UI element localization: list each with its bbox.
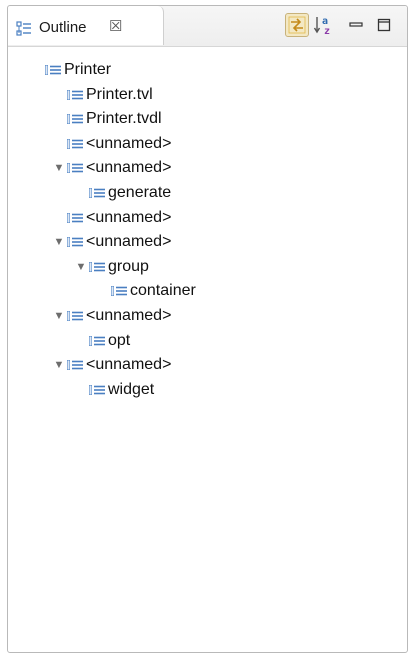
tree-node-icon (66, 235, 84, 249)
tree-item[interactable]: Printer.tvl (53, 83, 153, 107)
tree-node-icon (88, 186, 106, 200)
tree-node-icon (88, 383, 106, 397)
expand-toggle-icon[interactable]: ▼ (53, 304, 65, 328)
tree-node-icon (110, 284, 128, 298)
link-with-editor-icon (288, 16, 306, 34)
tree-node-icon (66, 88, 84, 102)
tree-item-label: generate (108, 184, 172, 201)
sort-alphabetically-icon: a z (313, 16, 330, 36)
tree-item[interactable]: ▼ <unnamed> (53, 156, 172, 180)
tree-item[interactable]: Printer (31, 58, 111, 82)
view-header: Outline ☒ a z (8, 6, 407, 47)
link-with-editor-button[interactable] (285, 13, 309, 37)
svg-text:z: z (324, 26, 330, 36)
tree-item-label: Printer.tvdl (86, 110, 162, 128)
outline-view: Outline ☒ a z Printer Printer.tvl Printe… (7, 5, 408, 653)
tree-item[interactable]: ▼ <unnamed> (53, 304, 172, 328)
expand-toggle-icon[interactable]: ▼ (53, 156, 65, 180)
expand-toggle-icon[interactable]: ▼ (75, 255, 87, 279)
tree-node-icon (66, 137, 84, 151)
tree-item-label: <unnamed> (86, 356, 172, 374)
tree-item-label: <unnamed> (86, 307, 172, 324)
tree-node-icon (88, 260, 106, 274)
maximize-icon (377, 18, 391, 32)
close-icon[interactable]: ☒ (109, 17, 122, 35)
tree-item-label: <unnamed> (86, 233, 172, 251)
tree-item-label: <unnamed> (86, 208, 172, 226)
tree-item-label: <unnamed> (86, 134, 172, 152)
expand-toggle-icon[interactable]: ▼ (53, 230, 65, 254)
minimize-icon (349, 22, 363, 27)
tree-item[interactable]: <unnamed> (53, 206, 171, 230)
tab-label: Outline (39, 19, 87, 36)
tree-item-label: <unnamed> (86, 159, 172, 177)
minimize-button[interactable] (344, 13, 368, 37)
tree-item[interactable]: ▼ <unnamed> (53, 353, 172, 377)
tree-item-label: container (130, 282, 196, 300)
tree-item[interactable]: ▼ <unnamed> (53, 230, 172, 254)
tree-item[interactable]: <unnamed> (53, 132, 171, 156)
tree-node-icon (66, 358, 84, 372)
maximize-button[interactable] (372, 13, 396, 37)
tree-node-icon (88, 334, 106, 348)
expand-toggle-icon[interactable]: ▼ (53, 353, 65, 377)
sort-button[interactable]: a z (312, 13, 336, 37)
tree-item[interactable]: opt (75, 329, 130, 353)
tree-node-icon (44, 63, 62, 77)
tree-item-label: Printer.tvl (86, 85, 153, 103)
tree-node-icon (66, 112, 84, 126)
tree-item-label: widget (108, 380, 155, 398)
tree-item-label: opt (108, 331, 131, 349)
tree-node-icon (66, 211, 84, 225)
tree-item[interactable]: generate (75, 181, 171, 205)
tab-outline[interactable]: Outline ☒ (8, 6, 164, 45)
tree-item[interactable]: widget (75, 378, 154, 402)
tree-node-icon (66, 309, 84, 323)
outline-icon (16, 21, 31, 36)
tree-item[interactable]: container (97, 279, 196, 303)
tree-item-label: Printer (64, 61, 112, 78)
tree-item-label: group (108, 257, 149, 275)
tree-item[interactable]: ▼ group (75, 255, 149, 279)
tree-node-icon (66, 161, 84, 175)
tree-item[interactable]: Printer.tvdl (53, 107, 162, 131)
